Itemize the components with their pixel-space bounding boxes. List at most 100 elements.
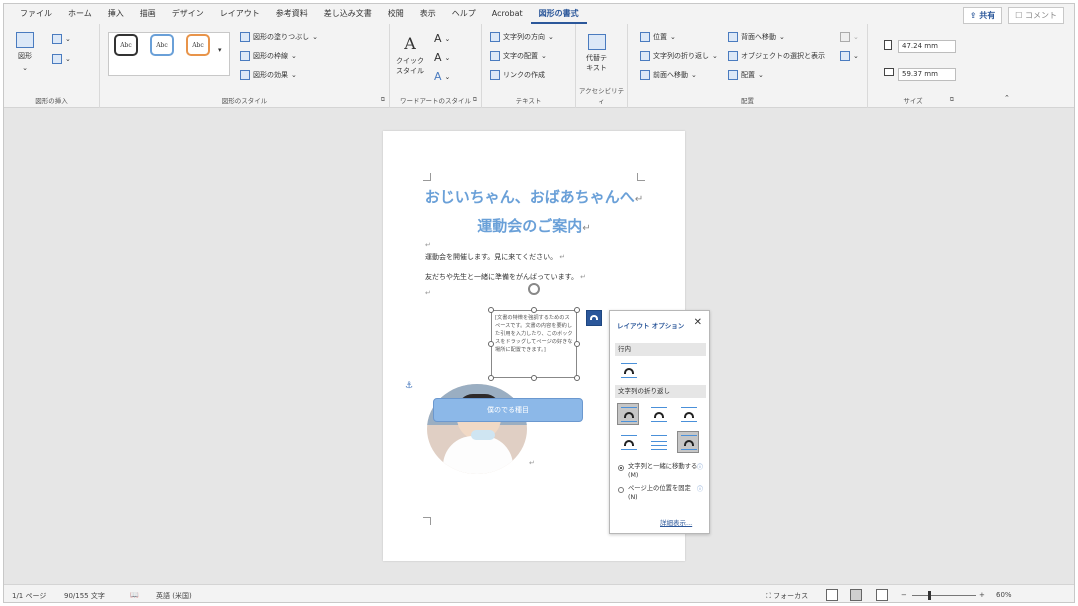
body-line-1: 運動会を開催します。見に来てください。 ↵ <box>425 252 565 262</box>
position-button[interactable]: 位置 ⌄ <box>640 32 676 42</box>
wrap-top-bottom-icon[interactable] <box>617 431 639 453</box>
resize-handle[interactable] <box>574 307 580 313</box>
resize-handle[interactable] <box>488 375 494 381</box>
bring-forward-button[interactable]: 前面へ移動 ⌄ <box>640 70 697 80</box>
dialog-launcher-icon[interactable]: ⧉ <box>381 96 385 104</box>
resize-handle[interactable] <box>531 307 537 313</box>
shape-height-input[interactable]: 47.24 mm <box>898 40 956 53</box>
fix-position-radio[interactable] <box>618 487 624 493</box>
tab-mailings[interactable]: 差し込み文書 <box>316 4 380 24</box>
align-text-button[interactable]: 文字の配置 ⌄ <box>490 51 547 61</box>
align-button[interactable]: 配置 ⌄ <box>728 70 764 80</box>
resize-handle[interactable] <box>488 341 494 347</box>
text-direction-label: 文字列の方向 <box>503 33 545 41</box>
resize-handle[interactable] <box>488 307 494 313</box>
dialog-launcher-icon[interactable]: ⧉ <box>473 96 477 104</box>
word-count[interactable]: 90/155 文字 <box>64 591 105 601</box>
text-fill-button[interactable]: A ⌄ <box>434 32 450 45</box>
wrap-in-front-icon[interactable] <box>677 431 699 453</box>
text-outline-button[interactable]: A ⌄ <box>434 51 450 64</box>
rotate-button[interactable]: ⌄ <box>840 51 859 61</box>
wrap-inline-icon[interactable] <box>617 359 639 381</box>
proofing-icon[interactable]: 📖 <box>130 591 139 599</box>
anchor-icon[interactable]: ⚓ <box>405 381 413 391</box>
style-sample-1[interactable]: Abc <box>114 34 138 56</box>
move-with-text-radio[interactable] <box>618 465 624 471</box>
send-backward-button[interactable]: 背面へ移動 ⌄ <box>728 32 785 42</box>
wrap-tight-icon[interactable] <box>647 403 669 425</box>
banner-text: 僕のでる種目 <box>487 406 529 414</box>
layout-options-button[interactable] <box>586 310 602 326</box>
language-indicator[interactable]: 英語 (米国) <box>156 591 192 601</box>
tab-design[interactable]: デザイン <box>164 4 212 24</box>
zoom-out-icon[interactable]: − <box>901 591 907 599</box>
zoom-level[interactable]: 60% <box>996 591 1012 599</box>
share-button[interactable]: ⇪ 共有 <box>962 7 1003 24</box>
wrap-text-button[interactable]: 文字列の折り返し ⌄ <box>640 51 718 61</box>
info-icon[interactable]: ⓘ <box>697 462 703 471</box>
style-sample-3[interactable]: Abc <box>186 34 210 56</box>
close-icon[interactable]: ✕ <box>694 317 702 328</box>
text-direction-button[interactable]: 文字列の方向 ⌄ <box>490 32 554 42</box>
create-link-button[interactable]: リンクの作成 <box>490 70 545 80</box>
tab-file[interactable]: ファイル <box>12 4 60 24</box>
wrap-section-header: 文字列の折り返し <box>615 385 706 398</box>
resize-handle[interactable] <box>574 341 580 347</box>
text-effects-button[interactable]: A ⌄ <box>434 70 450 83</box>
wrap-behind-text-icon[interactable] <box>647 431 669 453</box>
resize-handle[interactable] <box>531 375 537 381</box>
tab-draw[interactable]: 描画 <box>132 4 164 24</box>
collapse-ribbon-icon[interactable]: ⌃ <box>1004 94 1010 102</box>
tab-shape-format[interactable]: 図形の書式 <box>530 4 587 24</box>
group-shape-styles: Abc Abc Abc ▾ 図形の塗りつぶし ⌄ 図形の枠線 ⌄ 図形の効果 ⌄ 図形… <box>100 24 390 108</box>
wrap-square-icon[interactable] <box>617 403 639 425</box>
shape-outline-button[interactable]: 図形の枠線 ⌄ <box>240 51 297 61</box>
tab-help[interactable]: ヘルプ <box>444 4 484 24</box>
page-count[interactable]: 1/1 ページ <box>12 591 46 601</box>
tab-references[interactable]: 参考資料 <box>268 4 316 24</box>
style-sample-2[interactable]: Abc <box>150 34 174 56</box>
event-banner-shape[interactable]: 僕のでる種目 <box>433 398 583 422</box>
info-icon[interactable]: ⓘ <box>697 484 703 493</box>
gallery-more-button[interactable]: ▾ <box>218 46 222 54</box>
zoom-slider[interactable] <box>912 595 976 596</box>
edit-shape-button[interactable]: ⌄ <box>52 34 71 44</box>
see-more-link[interactable]: 詳細表示... <box>660 517 692 527</box>
tab-view[interactable]: 表示 <box>412 4 444 24</box>
group-objects-button[interactable]: ⌄ <box>840 32 859 42</box>
alt-text-button[interactable]: 代替テ キスト <box>586 34 607 73</box>
align-label: 配置 <box>741 71 755 79</box>
shape-effects-button[interactable]: 図形の効果 ⌄ <box>240 70 297 80</box>
zoom-slider-thumb[interactable] <box>928 591 931 600</box>
wrap-line <box>621 363 637 364</box>
tab-review[interactable]: 校閲 <box>380 4 412 24</box>
wrap-shape <box>684 412 694 418</box>
shape-fill-button[interactable]: 図形の塗りつぶし ⌄ <box>240 32 318 42</box>
focus-button[interactable]: ⛶ フォーカス <box>766 591 808 601</box>
tab-acrobat[interactable]: Acrobat <box>484 4 531 24</box>
read-mode-button[interactable] <box>826 589 838 601</box>
comment-button[interactable]: ☐ コメント <box>1008 7 1064 24</box>
print-layout-button[interactable] <box>850 589 862 601</box>
zoom-in-icon[interactable]: + <box>979 591 985 599</box>
dialog-launcher-icon[interactable]: ⧉ <box>950 96 954 104</box>
quick-styles-button[interactable]: A クイック スタイル <box>396 34 424 76</box>
selection-pane-button[interactable]: オブジェクトの選択と表示 <box>728 51 825 61</box>
rotate-handle-icon[interactable] <box>528 283 540 295</box>
selected-textbox[interactable]: [文書の特徴を強調するためのスペースです。文書の内容を要約した引用を入力したり、… <box>491 310 577 378</box>
resize-handle[interactable] <box>574 375 580 381</box>
shape-width-input[interactable]: 59.37 mm <box>898 68 956 81</box>
tab-insert[interactable]: 挿入 <box>100 4 132 24</box>
margin-corner-tr <box>637 173 645 181</box>
photo-bowl <box>471 430 495 440</box>
web-layout-button[interactable] <box>876 589 888 601</box>
group-label-shape-styles: 図形のスタイル <box>221 97 268 105</box>
wrap-through-icon[interactable] <box>677 403 699 425</box>
share-icon: ⇪ <box>969 11 980 20</box>
textbox-button[interactable]: ⌄ <box>52 54 71 64</box>
tab-layout[interactable]: レイアウト <box>212 4 268 24</box>
tab-home[interactable]: ホーム <box>60 4 100 24</box>
word-window: ファイル ホーム 挿入 描画 デザイン レイアウト 参考資料 差し込み文書 校閲… <box>3 3 1075 603</box>
shapes-button[interactable]: 図形 ⌄ <box>16 32 34 72</box>
move-with-text-label: 文字列と一緒に移動する(M) <box>628 463 698 479</box>
